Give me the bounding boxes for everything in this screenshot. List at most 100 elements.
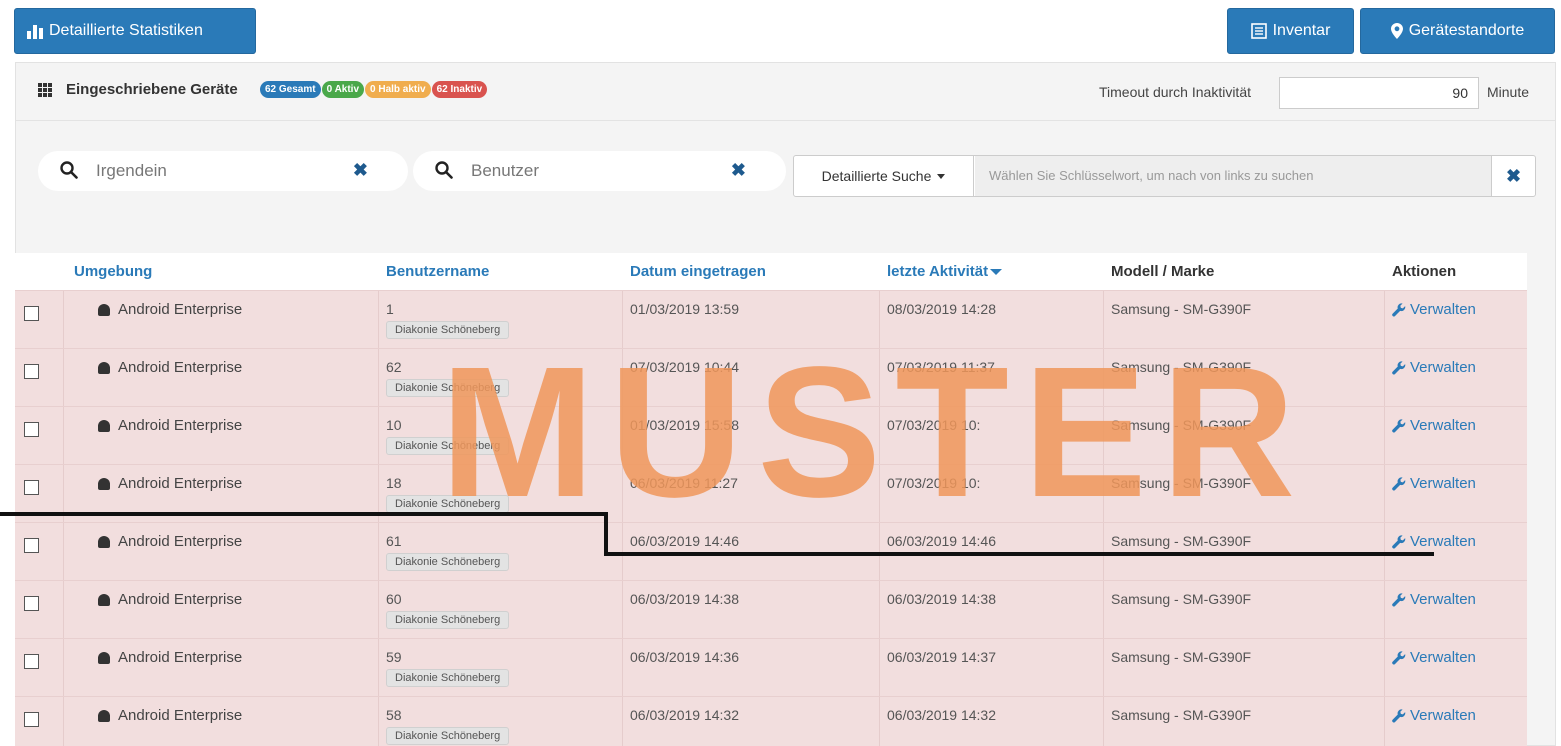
manage-label: Verwalten [1410, 591, 1476, 608]
search-icon [60, 161, 78, 179]
header-username[interactable]: Benutzername [386, 263, 489, 280]
clear-user-search-icon[interactable]: ✖ [731, 160, 746, 181]
manage-link[interactable]: Verwalten [1392, 301, 1476, 318]
column-divider [879, 639, 880, 696]
column-divider [879, 465, 880, 522]
group-tag: Diakonie Schöneberg [386, 553, 510, 571]
group-tag: Diakonie Schöneberg [386, 379, 510, 397]
column-divider [63, 523, 64, 580]
manage-label: Verwalten [1410, 707, 1476, 724]
environment-cell: Android Enterprise [98, 359, 242, 376]
username-cell: 62 [386, 359, 402, 375]
column-divider [622, 581, 623, 638]
environment-text: Android Enterprise [118, 417, 243, 434]
annotation-line [604, 552, 1434, 556]
model-cell: Samsung - SM-G390F [1111, 591, 1252, 607]
timeout-label: Timeout durch Inaktivität [1099, 84, 1251, 100]
header-last-activity[interactable]: letzte Aktivität [887, 263, 1003, 280]
environment-text: Android Enterprise [118, 533, 243, 550]
column-divider [622, 291, 623, 348]
group-tag: Diakonie Schöneberg [386, 437, 510, 455]
username-cell: 59 [386, 649, 402, 665]
row-checkbox[interactable] [24, 480, 39, 495]
column-divider [622, 639, 623, 696]
row-checkbox[interactable] [24, 538, 39, 553]
username-cell: 58 [386, 707, 402, 723]
column-divider [1384, 639, 1385, 696]
table-row: Android Enterprise 59 Diakonie Schöneberg 0… [15, 638, 1527, 696]
table-row: Android Enterprise 1 Diakonie Schöneberg 01… [15, 290, 1527, 348]
advanced-search: Detaillierte Suche Wählen Sie Schlüsselw… [793, 155, 1536, 197]
group-tag: Diakonie Schöneberg [386, 321, 510, 339]
any-search-input[interactable]: Irgendein ✖ [38, 151, 408, 191]
environment-text: Android Enterprise [118, 649, 243, 666]
model-cell: Samsung - SM-G390F [1111, 359, 1252, 375]
column-divider [879, 697, 880, 746]
column-divider [1384, 407, 1385, 464]
wrench-icon [1392, 476, 1406, 490]
advanced-search-dropdown[interactable]: Detaillierte Suche [794, 156, 974, 196]
last-activity-cell: 06/03/2019 14:46 [887, 533, 996, 549]
header-enrolled[interactable]: Datum eingetragen [630, 263, 766, 280]
column-divider [1384, 697, 1385, 746]
manage-link[interactable]: Verwalten [1392, 475, 1476, 492]
badge-half-active: 0 Halb aktiv [365, 81, 431, 98]
username-cell: 1 [386, 301, 394, 317]
row-checkbox[interactable] [24, 712, 39, 727]
column-divider [622, 465, 623, 522]
model-cell: Samsung - SM-G390F [1111, 301, 1252, 317]
manage-label: Verwalten [1410, 417, 1476, 434]
timeout-input[interactable]: 90 [1279, 77, 1479, 109]
manage-link[interactable]: Verwalten [1392, 649, 1476, 666]
column-divider [1103, 407, 1104, 464]
header-model: Modell / Marke [1111, 263, 1215, 280]
model-cell: Samsung - SM-G390F [1111, 475, 1252, 491]
row-checkbox[interactable] [24, 654, 39, 669]
annotation-line [0, 512, 608, 516]
column-divider [879, 581, 880, 638]
manage-label: Verwalten [1410, 533, 1476, 550]
column-divider [63, 291, 64, 348]
manage-link[interactable]: Verwalten [1392, 359, 1476, 376]
column-divider [378, 697, 379, 746]
column-divider [1384, 581, 1385, 638]
manage-link[interactable]: Verwalten [1392, 591, 1476, 608]
manage-label: Verwalten [1410, 301, 1476, 318]
enrolled-date-cell: 06/03/2019 11:27 [630, 475, 738, 491]
user-search-input[interactable]: Benutzer ✖ [413, 151, 786, 191]
detailed-statistics-button[interactable]: Detaillierte Statistiken [14, 8, 256, 54]
row-checkbox[interactable] [24, 596, 39, 611]
environment-text: Android Enterprise [118, 475, 243, 492]
annotation-line [604, 512, 608, 556]
caret-down-icon [937, 173, 946, 179]
manage-link[interactable]: Verwalten [1392, 417, 1476, 434]
row-checkbox[interactable] [24, 422, 39, 437]
last-activity-cell: 07/03/2019 11:37 [887, 359, 995, 375]
column-divider [879, 291, 880, 348]
column-divider [1103, 581, 1104, 638]
status-badges: 62 Gesamt 0 Aktiv 0 Halb aktiv 62 Inakti… [260, 81, 488, 98]
environment-text: Android Enterprise [118, 359, 243, 376]
header-environment[interactable]: Umgebung [74, 263, 152, 280]
group-tag: Diakonie Schöneberg [386, 669, 510, 687]
manage-link[interactable]: Verwalten [1392, 707, 1476, 724]
inventory-button[interactable]: Inventar [1227, 8, 1354, 54]
table-body: Android Enterprise 1 Diakonie Schöneberg 01… [15, 290, 1527, 746]
device-locations-button[interactable]: Gerätestandorte [1360, 8, 1555, 54]
clear-advanced-search-icon[interactable]: ✖ [1491, 156, 1535, 196]
panel-title: Eingeschriebene Geräte [66, 81, 238, 98]
panel-header: Eingeschriebene Geräte 62 Gesamt 0 Aktiv… [16, 63, 1555, 121]
column-divider [622, 407, 623, 464]
enrolled-date-cell: 07/03/2019 10:44 [630, 359, 739, 375]
advanced-search-input[interactable]: Wählen Sie Schlüsselwort, um nach von li… [975, 156, 1492, 196]
last-activity-cell: 07/03/2019 10: [887, 475, 981, 491]
column-divider [1103, 291, 1104, 348]
manage-link[interactable]: Verwalten [1392, 533, 1476, 550]
row-checkbox[interactable] [24, 306, 39, 321]
column-divider [1103, 349, 1104, 406]
clear-any-search-icon[interactable]: ✖ [353, 160, 368, 181]
environment-cell: Android Enterprise [98, 475, 242, 492]
android-icon [98, 593, 110, 606]
environment-cell: Android Enterprise [98, 649, 242, 666]
row-checkbox[interactable] [24, 364, 39, 379]
